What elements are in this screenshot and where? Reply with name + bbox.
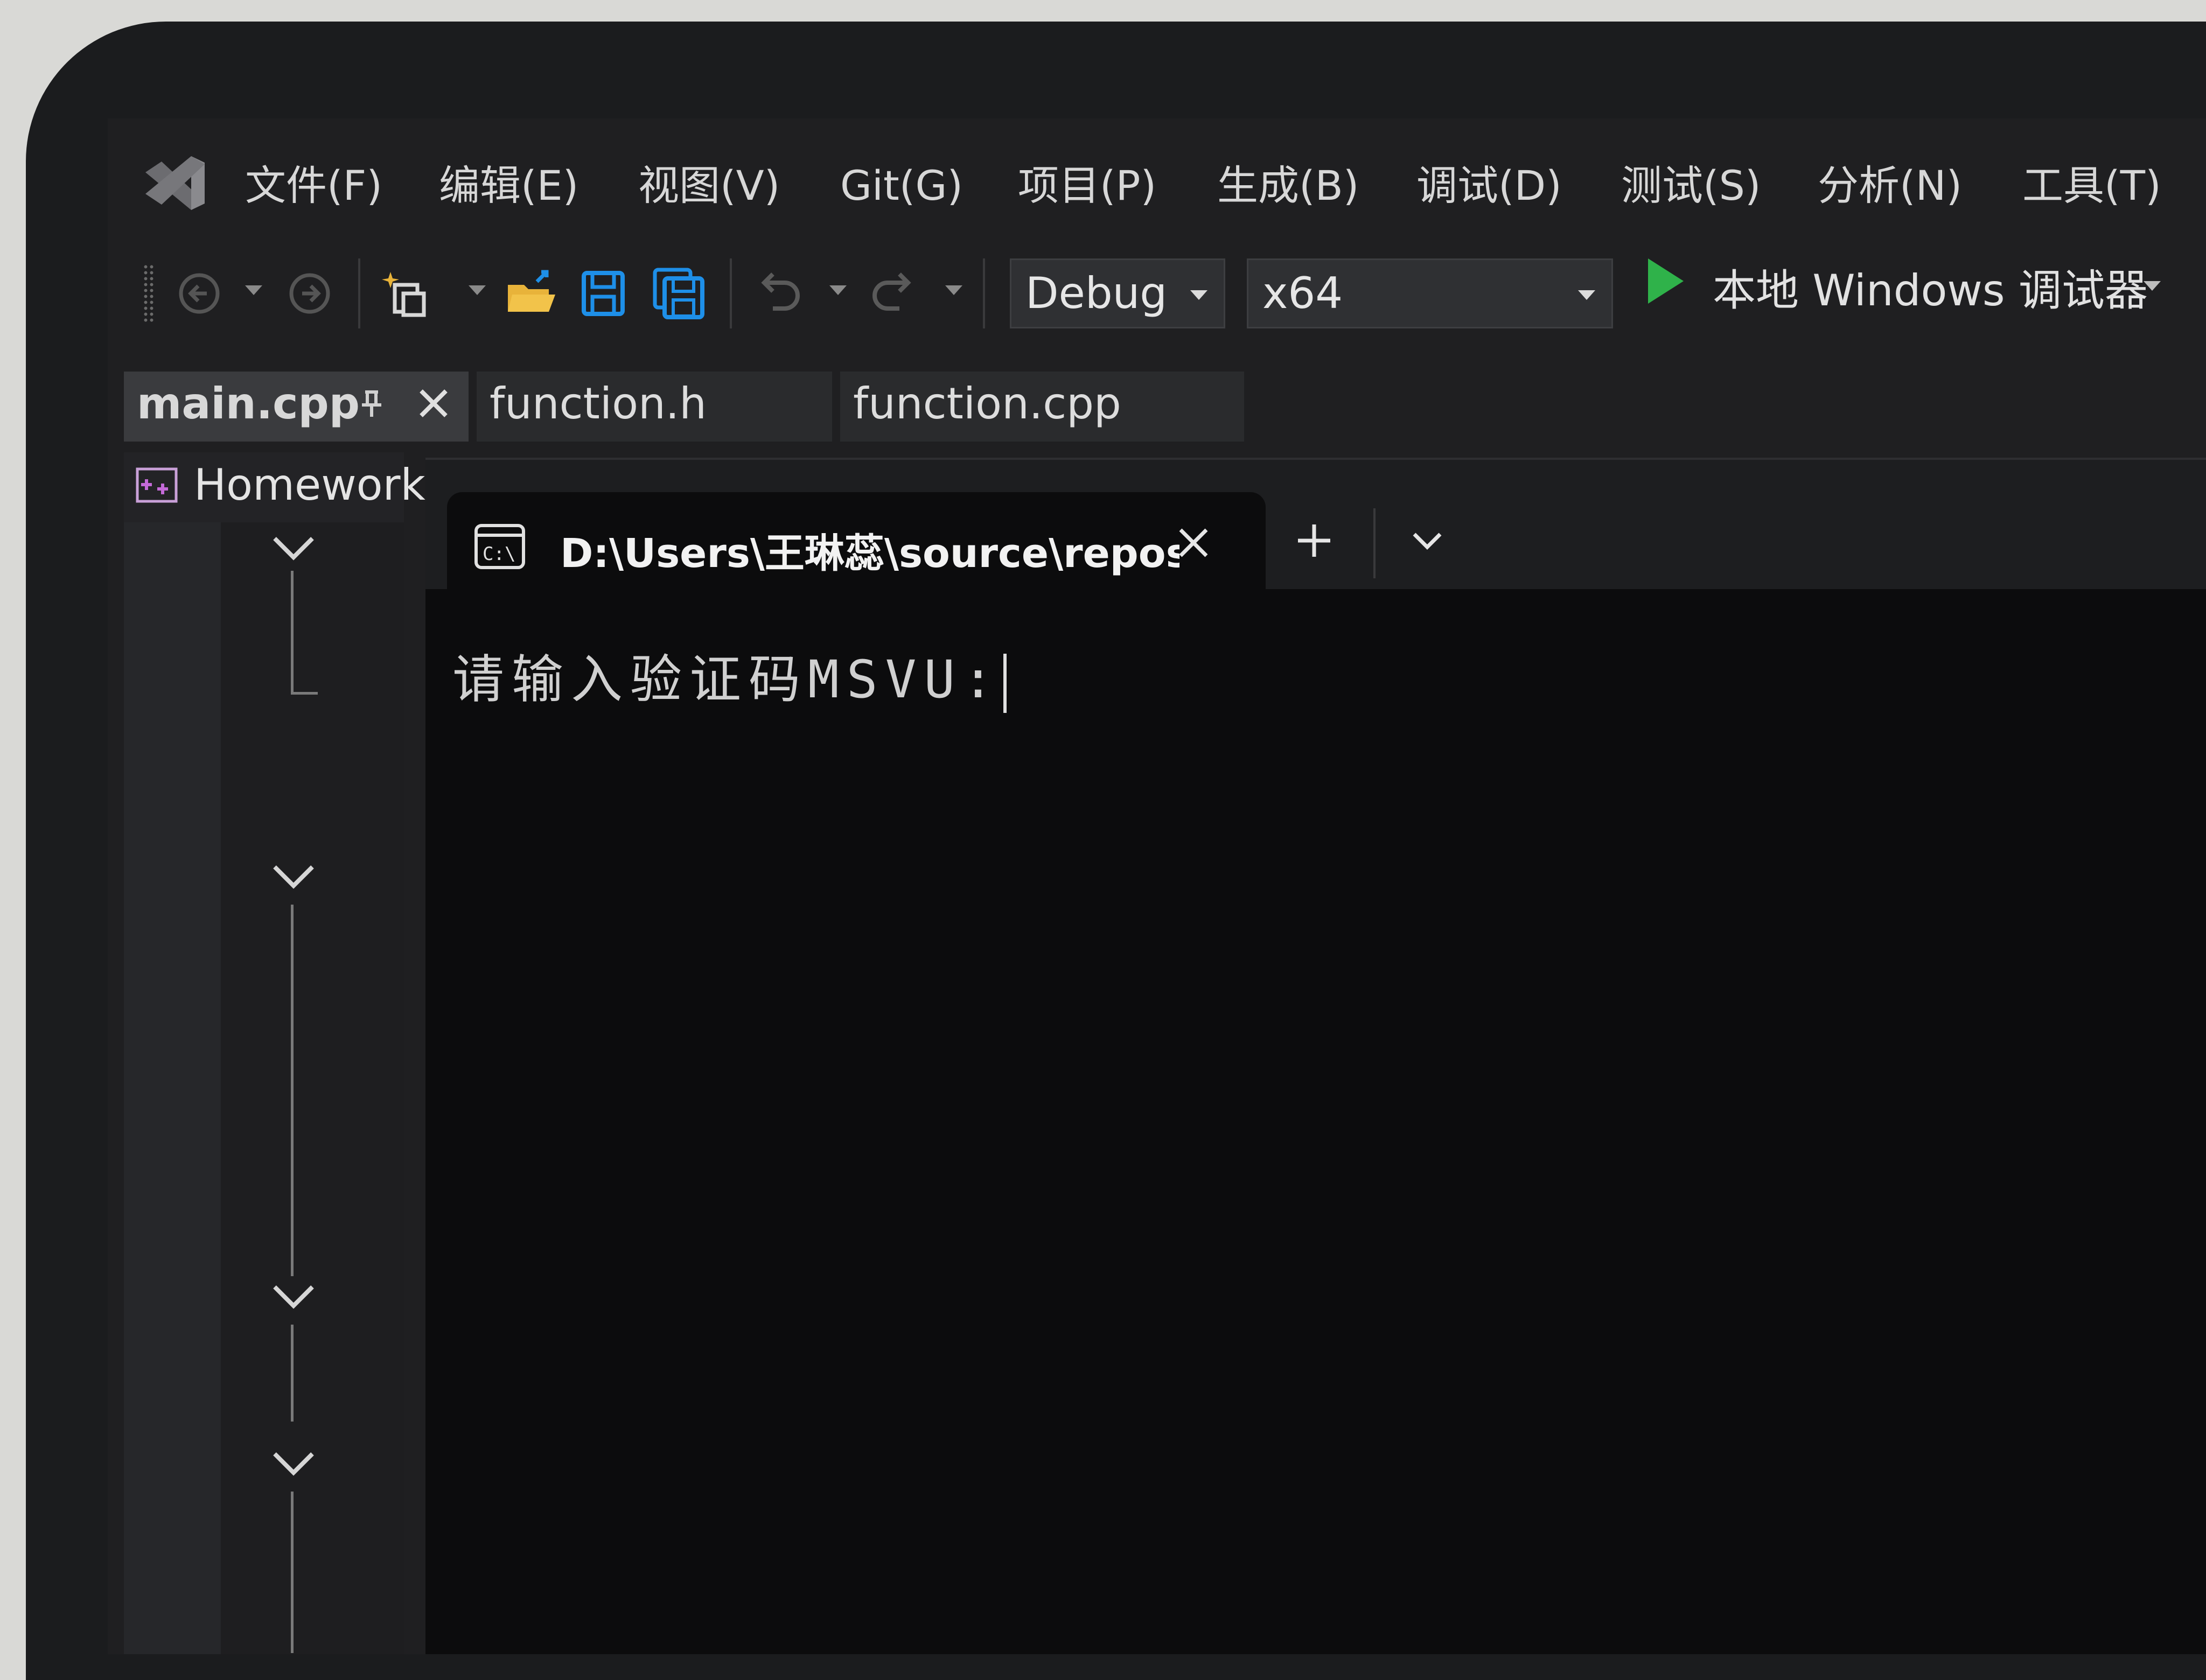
chevron-down-icon [1578,290,1595,300]
terminal-tab-bar: C:\ D:\Users\王琳蕊\source\repos [425,460,2206,589]
outline-bracket [291,1325,294,1422]
menu-view[interactable]: 视图(V) [638,156,780,215]
collapse-chevron-icon[interactable] [269,528,318,565]
console-window: C:\ D:\Users\王琳蕊\source\repos 请输入验证码MSVU… [425,458,2206,1654]
solution-configuration-dropdown[interactable]: Debug [1010,258,1225,328]
collapse-chevron-icon[interactable] [269,856,318,894]
menu-git[interactable]: Git(G) [840,156,963,215]
chevron-down-icon [1190,290,1207,300]
save-icon[interactable] [576,267,630,320]
svg-text:C:\: C:\ [483,543,515,565]
navigate-forward-icon[interactable] [283,267,337,320]
toolbar-separator [358,258,360,328]
solution-platform-dropdown[interactable]: x64 [1247,258,1613,328]
tab-label: function.cpp [853,379,1121,429]
code-outline-margin [221,522,404,1654]
redo-dropdown-icon[interactable] [945,285,962,295]
new-project-dropdown-icon[interactable] [469,285,486,295]
new-project-icon[interactable] [380,267,434,320]
project-name: Homework [194,460,425,510]
collapse-chevron-icon[interactable] [269,1276,318,1314]
outline-bracket [291,905,294,1276]
terminal-tab[interactable]: C:\ D:\Users\王琳蕊\source\repos [447,492,1266,589]
toolbar-grip-icon[interactable] [143,264,155,323]
close-icon[interactable] [415,384,452,422]
redo-icon[interactable] [867,267,921,320]
menu-tools[interactable]: 工具(T) [2022,156,2161,215]
undo-icon[interactable] [751,267,805,320]
tab-divider [1373,508,1376,578]
undo-dropdown-icon[interactable] [829,285,847,295]
console-output-line: 请输入验证码MSVU: [452,638,1007,713]
visual-studio-logo-icon [145,156,205,210]
toolbar-separator [730,258,732,328]
menu-analyze[interactable]: 分析(N) [1818,156,1962,215]
open-folder-icon[interactable] [504,267,557,320]
outline-bracket [291,1492,294,1653]
tab-function-h[interactable]: function.h [477,372,832,442]
document-tab-strip: main.cpp function.h function.cpp [108,372,2206,442]
tab-label: main.cpp [137,379,360,429]
cpp-project-icon [136,467,178,503]
save-all-icon[interactable] [652,267,706,320]
visual-studio-window: 文件(F) 编辑(E) 视图(V) Git(G) 项目(P) 生成(B) 调试(… [108,118,2206,1654]
menu-file[interactable]: 文件(F) [245,156,382,215]
debugger-target-dropdown-icon[interactable] [2144,281,2161,291]
tab-label: function.h [490,379,707,429]
menu-build[interactable]: 生成(B) [1217,156,1359,215]
platform-value: x64 [1262,268,1343,318]
command-prompt-icon: C:\ [474,524,525,569]
menu-debug[interactable]: 调试(D) [1416,156,1562,215]
start-debugger-button[interactable]: 本地 Windows 调试器 [1713,256,2148,318]
new-tab-plus-icon[interactable] [1293,519,1336,562]
console-prompt-text: 请输入验证码MSVU: [452,649,1001,710]
close-icon[interactable] [1174,523,1213,562]
menu-project[interactable]: 项目(P) [1018,156,1156,215]
text-cursor[interactable] [1003,653,1007,713]
configuration-value: Debug [1025,268,1168,318]
navigate-back-icon[interactable] [172,267,226,320]
collapse-chevron-icon[interactable] [269,1443,318,1481]
chevron-down-icon[interactable] [1406,519,1449,562]
project-dropdown[interactable]: Homework [124,452,425,522]
menu-test[interactable]: 测试(S) [1621,156,1761,215]
navigate-back-dropdown-icon[interactable] [245,285,262,295]
start-debugging-play-icon[interactable] [1648,258,1684,304]
pin-icon[interactable] [355,388,388,420]
toolbar-separator [983,258,985,328]
tab-function-cpp[interactable]: function.cpp [840,372,1244,442]
tab-main-cpp[interactable]: main.cpp [124,372,469,442]
menu-edit[interactable]: 编辑(E) [439,156,578,215]
menu-bar: 文件(F) 编辑(E) 视图(V) Git(G) 项目(P) 生成(B) 调试(… [108,118,2206,237]
editor-gutter [124,522,221,1654]
outline-bracket-end [291,692,318,695]
outline-bracket [291,571,294,695]
terminal-tab-title: D:\Users\王琳蕊\source\repos [560,530,1179,577]
